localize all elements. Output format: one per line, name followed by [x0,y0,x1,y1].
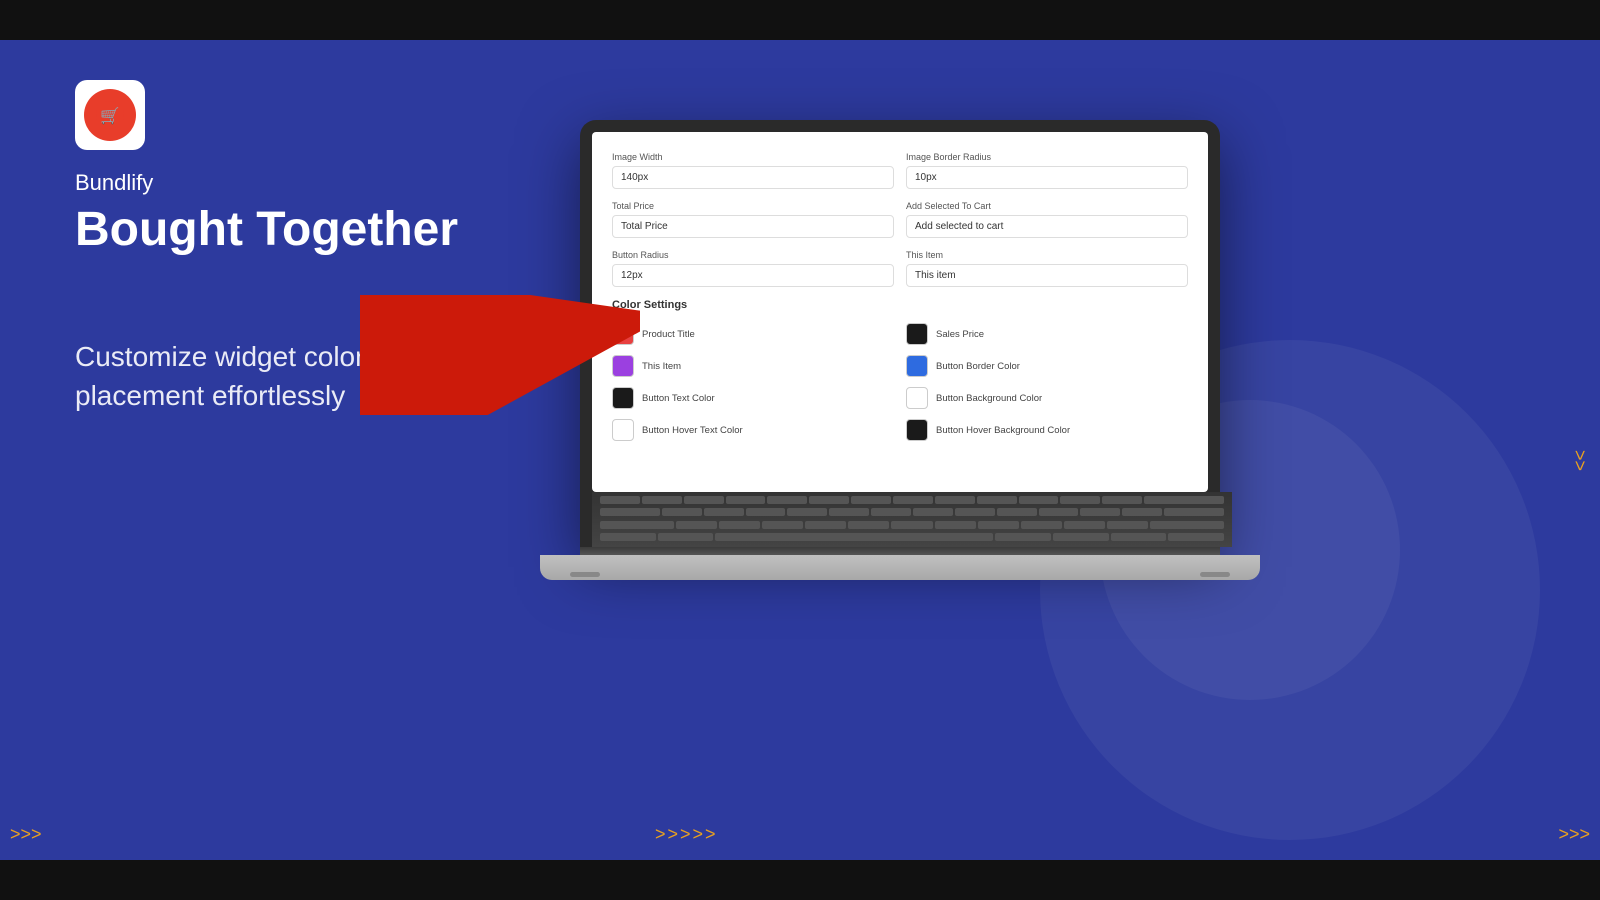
screen-content: Image Width 140px Image Border Radius 10… [612,152,1188,441]
laptop-screen-outer: Image Width 140px Image Border Radius 10… [580,120,1220,547]
button-hover-text-swatch[interactable] [612,419,634,441]
button-bg-color-label: Button Background Color [936,393,1042,404]
sales-price-swatch[interactable] [906,323,928,345]
svg-text:🛒: 🛒 [100,106,120,125]
form-group-image-width: Image Width 140px [612,152,894,189]
logo-box: 🛒 [75,80,145,150]
color-item-button-hover-text: Button Hover Text Color [612,419,894,441]
bottom-bar [0,860,1600,900]
form-row-2: Total Price Total Price Add Selected To … [612,201,1188,238]
brand-name: Bundlify [75,170,495,196]
color-item-button-border: Button Border Color [906,355,1188,377]
image-width-input[interactable]: 140px [612,166,894,189]
add-selected-input[interactable]: Add selected to cart [906,215,1188,238]
image-width-label: Image Width [612,152,894,162]
red-arrow-icon [360,295,640,420]
this-item-color-label: This Item [642,361,681,372]
page-title: Bought Together [75,204,495,257]
button-border-color-label: Button Border Color [936,361,1020,372]
arrows-bottom-far-left-icon: >>> [10,824,42,845]
laptop-feet [540,572,1260,577]
product-title-color-label: Product Title [642,329,695,340]
laptop-hinge [580,547,1220,555]
form-group-button-radius: Button Radius 12px [612,250,894,287]
add-selected-label: Add Selected To Cart [906,201,1188,211]
image-border-radius-input[interactable]: 10px [906,166,1188,189]
color-item-this-item: This Item [612,355,894,377]
form-row-3: Button Radius 12px This Item This item [612,250,1188,287]
this-item-label: This Item [906,250,1188,260]
arrows-bottom-left-icon: >>>>> [655,824,718,845]
laptop-base [540,555,1260,580]
foot-left [570,572,600,577]
cart-icon: 🛒 [95,100,125,130]
button-border-swatch[interactable] [906,355,928,377]
sales-price-color-label: Sales Price [936,329,984,340]
button-hover-text-color-label: Button Hover Text Color [642,425,743,436]
color-item-button-bg: Button Background Color [906,387,1188,409]
arrows-right-icon: >> [1569,450,1590,471]
color-row-4: Button Hover Text Color Button Hover Bac… [612,419,1188,441]
laptop-keyboard [592,492,1232,547]
arrows-bottom-right-icon: >>> [1558,824,1590,845]
form-group-border-radius: Image Border Radius 10px [906,152,1188,189]
laptop: Image Width 140px Image Border Radius 10… [580,120,1260,580]
button-radius-input[interactable]: 12px [612,264,894,287]
this-item-input[interactable]: This item [906,264,1188,287]
color-item-button-text: Button Text Color [612,387,894,409]
button-text-color-label: Button Text Color [642,393,715,404]
button-bg-swatch[interactable] [906,387,928,409]
color-row-3: Button Text Color Button Background Colo… [612,387,1188,409]
form-group-total-price: Total Price Total Price [612,201,894,238]
total-price-label: Total Price [612,201,894,211]
color-settings-title: Color Settings [612,299,1188,311]
color-item-sales-price: Sales Price [906,323,1188,345]
color-item-product-title: Product Title [612,323,894,345]
total-price-input[interactable]: Total Price [612,215,894,238]
image-border-radius-label: Image Border Radius [906,152,1188,162]
foot-right [1200,572,1230,577]
color-row-1: Product Title Sales Price [612,323,1188,345]
color-row-2: This Item Button Border Color [612,355,1188,377]
button-radius-label: Button Radius [612,250,894,260]
color-item-button-hover-bg: Button Hover Background Color [906,419,1188,441]
form-row-1: Image Width 140px Image Border Radius 10… [612,152,1188,189]
button-hover-bg-swatch[interactable] [906,419,928,441]
form-group-this-item: This Item This item [906,250,1188,287]
laptop-screen: Image Width 140px Image Border Radius 10… [592,132,1208,492]
button-hover-bg-color-label: Button Hover Background Color [936,425,1070,436]
logo-icon: 🛒 [84,89,136,141]
form-group-add-selected: Add Selected To Cart Add selected to car… [906,201,1188,238]
top-bar [0,0,1600,40]
